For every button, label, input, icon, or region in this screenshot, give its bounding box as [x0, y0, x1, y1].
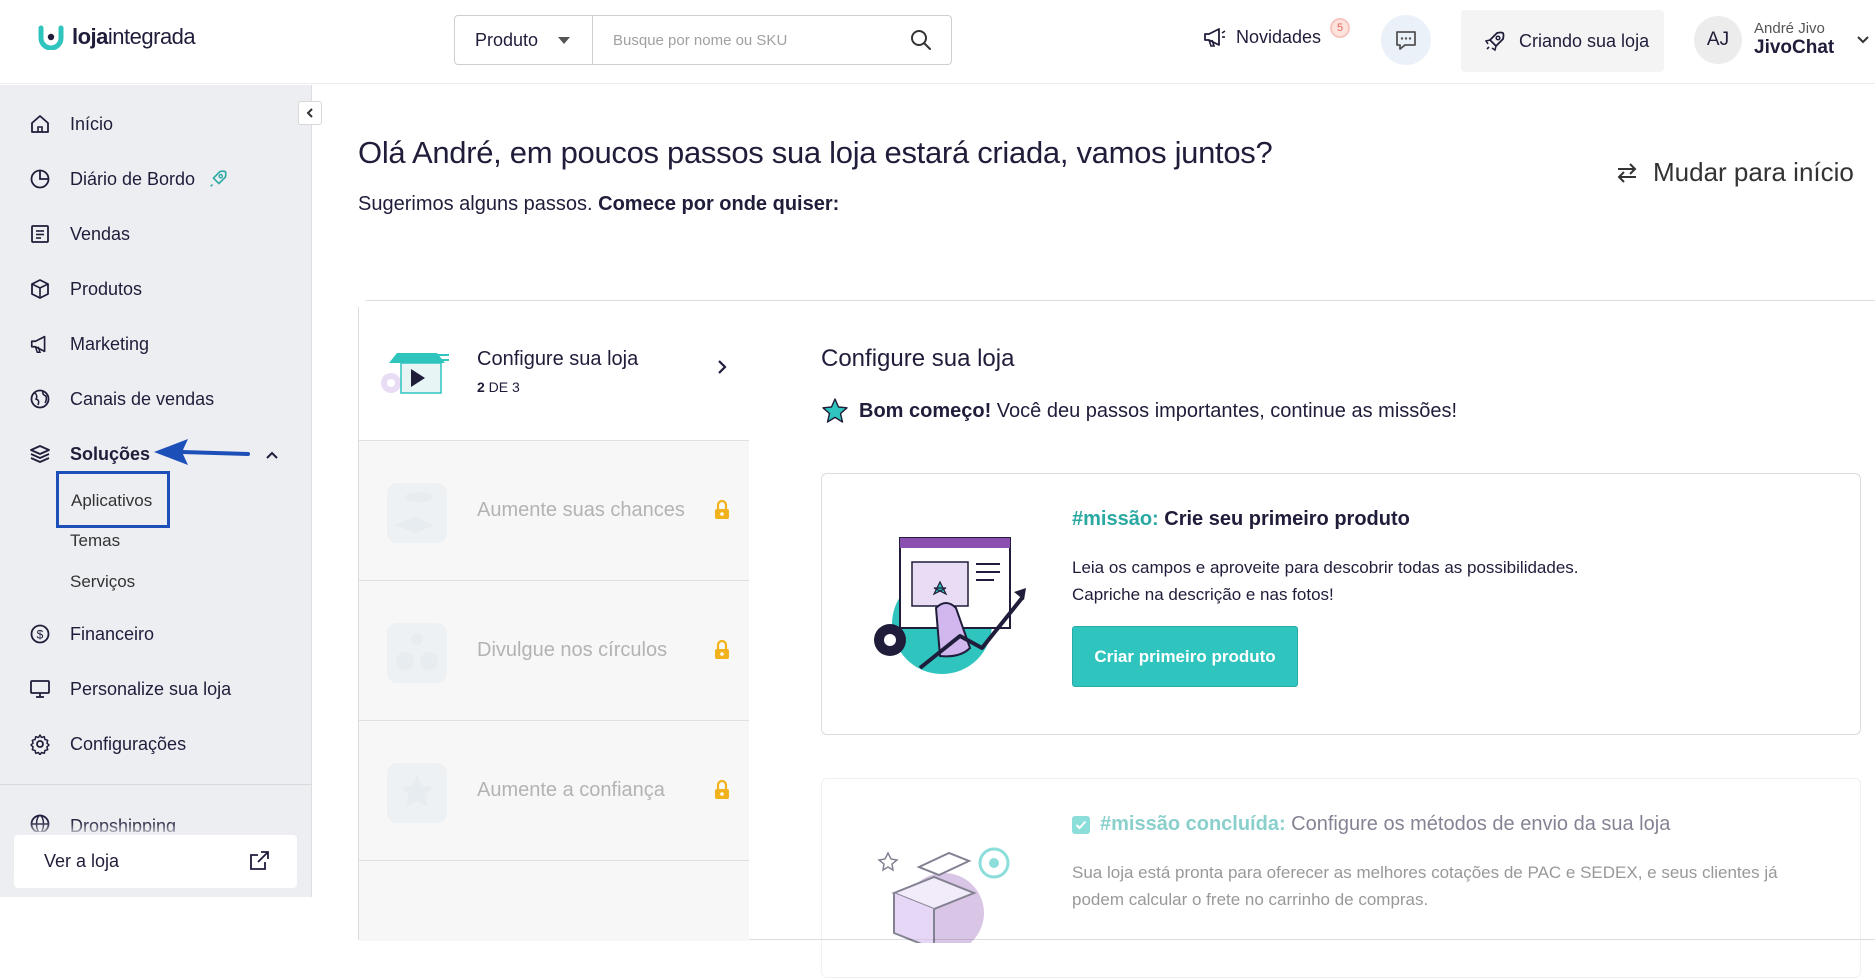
logo-text: lojaintegrada	[72, 24, 196, 49]
criando-label: Criando sua loja	[1519, 30, 1650, 51]
external-link-icon	[250, 851, 269, 870]
search-bar: Produto	[454, 15, 952, 65]
sidebar-collapse-button[interactable]	[298, 101, 322, 125]
megaphone-icon	[30, 335, 46, 353]
lock-icon	[715, 639, 729, 659]
box-icon	[31, 279, 49, 299]
chances-illustration-icon	[387, 483, 447, 543]
sidebar-item-solucoes[interactable]: Soluções	[28, 442, 150, 466]
search-input[interactable]	[593, 16, 891, 64]
chevron-up-icon[interactable]	[264, 449, 280, 461]
receipt-icon	[31, 225, 49, 243]
layers-icon	[30, 445, 50, 463]
annotation-arrow-icon	[154, 439, 250, 465]
mission-card-envio: #missão concluída: Configure os métodos …	[821, 778, 1861, 978]
product-illustration-icon	[874, 537, 1026, 674]
logo-icon	[38, 25, 64, 50]
storefront-illustration-icon	[381, 353, 449, 394]
chevron-left-icon	[306, 108, 313, 118]
content-title: Configure sua loja	[821, 345, 1015, 372]
lock-icon	[715, 499, 729, 519]
step-aumente-confianca[interactable]: Aumente a confiança	[359, 721, 749, 861]
mission-title: #missão concluída: Configure os métodos …	[1072, 813, 1670, 836]
sidebar-item-vendas[interactable]: Vendas	[28, 222, 130, 246]
sidebar-divider	[0, 784, 312, 785]
avatar: AJ	[1694, 16, 1742, 64]
chart-pie-icon	[30, 169, 50, 189]
rocket-icon	[210, 170, 227, 187]
megaphone-icon	[1204, 28, 1226, 47]
sidebar-item-financeiro[interactable]: $ Financeiro	[28, 622, 154, 646]
top-bar: lojaintegrada Produto Novidades 5 Criand…	[0, 0, 1875, 84]
sub-item-temas[interactable]: Temas	[70, 531, 120, 551]
onboarding-card: Configure sua loja 2 DE 3 Aumente suas c…	[358, 300, 1875, 978]
swap-arrows-icon	[1617, 162, 1637, 183]
step-next[interactable]	[359, 861, 749, 941]
mission-card-produto: #missão: Crie seu primeiro produto Leia …	[821, 473, 1861, 735]
monitor-icon	[30, 680, 50, 698]
encouragement-text: Bom começo! Você deu passos importantes,…	[821, 397, 1457, 425]
sidebar-item-marketing[interactable]: Marketing	[28, 332, 149, 356]
sidebar-item-canais[interactable]: Canais de vendas	[28, 387, 214, 411]
step-configure-loja[interactable]: Configure sua loja 2 DE 3	[359, 301, 749, 441]
shipping-illustration-icon	[877, 847, 1010, 943]
ver-loja-button[interactable]: Ver a loja	[14, 835, 297, 888]
user-menu[interactable]: AJ André Jivo JivoChat	[1694, 16, 1870, 64]
rocket-icon	[1484, 31, 1505, 52]
mudar-inicio-button[interactable]: Mudar para início	[1615, 157, 1854, 188]
chevron-right-icon	[718, 360, 727, 374]
sidebar-item-configuracoes[interactable]: Configurações	[28, 732, 186, 756]
step-aumente-chances[interactable]: Aumente suas chances	[359, 441, 749, 581]
sidebar-item-produtos[interactable]: Produtos	[28, 277, 142, 301]
sidebar-item-dropshipping[interactable]: Dropshipping	[28, 810, 176, 832]
globe-icon	[30, 814, 50, 832]
criar-produto-button[interactable]: Criar primeiro produto	[1072, 626, 1298, 687]
step-progress: 2 DE 3	[477, 379, 520, 395]
stars-illustration-icon	[387, 763, 447, 823]
home-icon	[31, 115, 49, 133]
steps-list: Configure sua loja 2 DE 3 Aumente suas c…	[359, 301, 749, 941]
sidebar-item-personalize[interactable]: Personalize sua loja	[28, 677, 231, 701]
chevron-down-icon	[1857, 36, 1869, 44]
mission-description: Leia os campos e aproveite para descobri…	[1072, 558, 1579, 604]
mission-title: #missão: Crie seu primeiro produto	[1072, 508, 1410, 530]
lock-icon	[715, 779, 729, 799]
main-content: Olá André, em poucos passos sua loja est…	[313, 85, 1875, 978]
search-button[interactable]	[891, 16, 951, 64]
circles-illustration-icon	[387, 623, 447, 683]
chat-button[interactable]	[1381, 15, 1431, 65]
sub-item-servicos[interactable]: Serviços	[70, 572, 135, 592]
search-type-select[interactable]: Produto	[455, 16, 593, 64]
novidades-count-badge: 5	[1330, 18, 1350, 38]
sidebar: Início Diário de Bordo Vendas Produtos M…	[0, 85, 312, 897]
criando-loja-button[interactable]: Criando sua loja	[1461, 10, 1664, 72]
page-title: Olá André, em poucos passos sua loja est…	[358, 135, 1273, 170]
step-divulgue-circulos[interactable]: Divulgue nos círculos	[359, 581, 749, 721]
star-icon	[822, 398, 848, 423]
novidades-label: Novidades	[1236, 26, 1322, 47]
gear-icon	[30, 734, 50, 755]
globe-icon	[30, 389, 50, 409]
caret-down-icon	[558, 37, 570, 44]
svg-text:$: $	[37, 628, 44, 642]
sub-item-aplicativos[interactable]: Aplicativos	[56, 471, 170, 528]
checkbox-checked-icon	[1072, 815, 1090, 834]
store-name: JivoChat	[1754, 36, 1835, 58]
user-name: André Jivo	[1754, 20, 1825, 38]
mission-description: Sua loja está pronta para oferecer as me…	[1072, 863, 1778, 909]
search-icon	[911, 30, 931, 50]
novidades-button[interactable]: Novidades 5	[1202, 18, 1350, 48]
sidebar-item-diario[interactable]: Diário de Bordo	[28, 167, 229, 191]
sidebar-item-inicio[interactable]: Início	[28, 112, 113, 136]
chat-icon	[1396, 31, 1416, 50]
logo[interactable]: lojaintegrada	[38, 24, 196, 50]
dollar-icon: $	[30, 624, 50, 644]
page-subtitle: Sugerimos alguns passos. Comece por onde…	[358, 193, 840, 215]
